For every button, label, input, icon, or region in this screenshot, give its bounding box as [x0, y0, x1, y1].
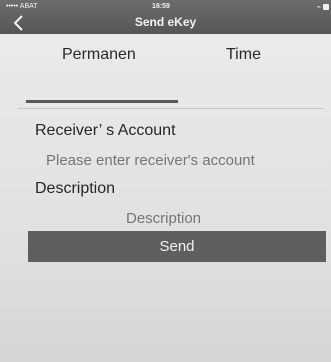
send-ekey-screen: ••••• ABAT 16:59 ⌁ Send eKey Permanen Ti… [0, 0, 331, 362]
battery-icon [323, 4, 329, 10]
receiver-account-input[interactable] [44, 148, 318, 172]
description-input[interactable] [124, 206, 268, 230]
top-bar: ••••• ABAT 16:59 ⌁ Send eKey [0, 0, 331, 34]
receiver-account-label: Receiver’ s Account [35, 122, 176, 139]
active-tab-indicator [26, 100, 178, 103]
description-label: Description [35, 180, 116, 197]
status-time: 16:59 [152, 3, 170, 10]
status-bar: ••••• ABAT 16:59 ⌁ [0, 3, 331, 13]
page-title: Send eKey [134, 15, 197, 29]
tab-divider [18, 108, 323, 109]
tab-time[interactable]: Time [226, 46, 261, 64]
tab-permanent[interactable]: Permanen [62, 46, 136, 64]
send-button[interactable]: Send [28, 231, 326, 262]
wifi-icon: ⌁ [316, 4, 321, 11]
carrier-label: ••••• ABAT [6, 3, 38, 10]
